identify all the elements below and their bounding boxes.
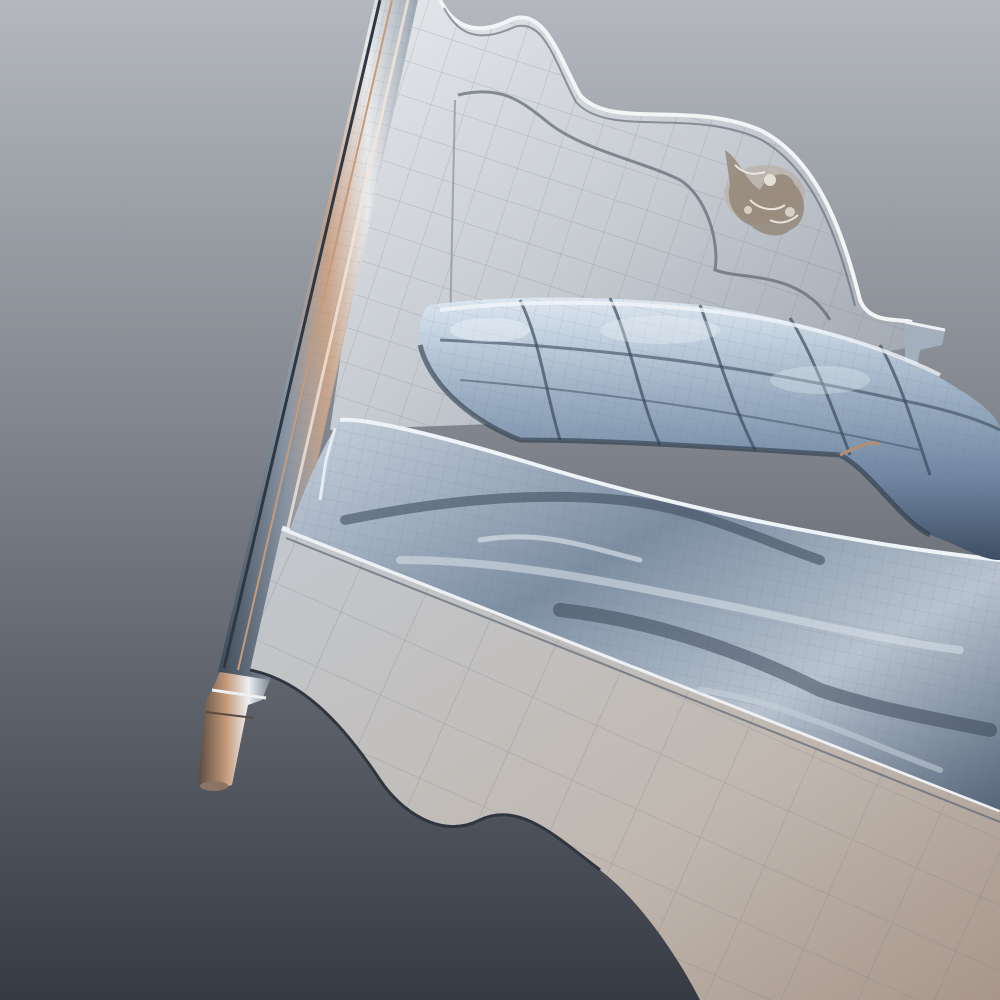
- render-viewport: [0, 0, 1000, 1000]
- bed-render-svg: [0, 0, 1000, 1000]
